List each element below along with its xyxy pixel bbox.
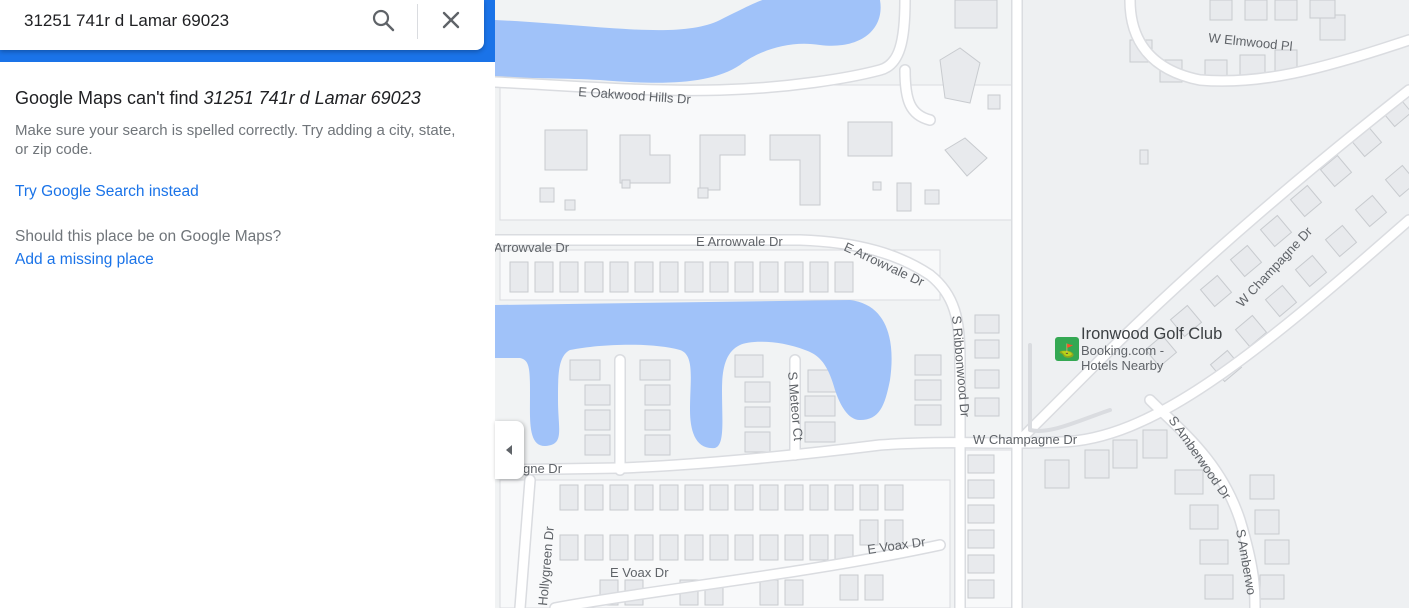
golf-icon-glyph: ⛳ [1059, 343, 1075, 359]
not-found-hint: Make sure your search is spelled correct… [15, 122, 456, 158]
poi-name: Ironwood Golf Club [1081, 325, 1222, 343]
search-box[interactable]: 31251 741r d Lamar 69023 [0, 0, 484, 50]
poi-sub-line1: Booking.com - [1081, 343, 1164, 358]
not-found-query: 31251 741r d Lamar 69023 [203, 88, 421, 108]
side-panel: 31251 741r d Lamar 69023 Google Maps can… [0, 0, 495, 608]
search-input[interactable]: 31251 741r d Lamar 69023 [24, 0, 229, 42]
missing-place-question: Should this place be on Google Maps? [15, 228, 282, 245]
add-missing-place-link[interactable]: Add a missing place [15, 251, 154, 269]
close-icon [442, 11, 460, 29]
not-found-prefix: Google Maps can't find [15, 88, 204, 108]
search-icon [372, 9, 395, 32]
clear-search-button[interactable] [436, 5, 468, 37]
search-button[interactable] [368, 5, 400, 37]
search-divider [417, 4, 418, 39]
collapse-panel-button[interactable] [495, 421, 524, 479]
not-found-heading: Google Maps can't find 31251 741r d Lama… [15, 88, 421, 109]
street-label-e-arrowvale-dr: E Arrowvale Dr [696, 234, 783, 249]
caret-left-icon [506, 445, 512, 455]
street-label-e-voax-dr: E Voax Dr [610, 565, 669, 580]
street-label-gne-dr: gne Dr [523, 461, 563, 476]
street-label-w-champagne-dr: W Champagne Dr [973, 432, 1078, 447]
poi-sub-line2: Hotels Nearby [1081, 358, 1164, 373]
try-google-search-link[interactable]: Try Google Search instead [15, 183, 199, 201]
street-label-arrowvale-dr: Arrowvale Dr [494, 240, 570, 255]
